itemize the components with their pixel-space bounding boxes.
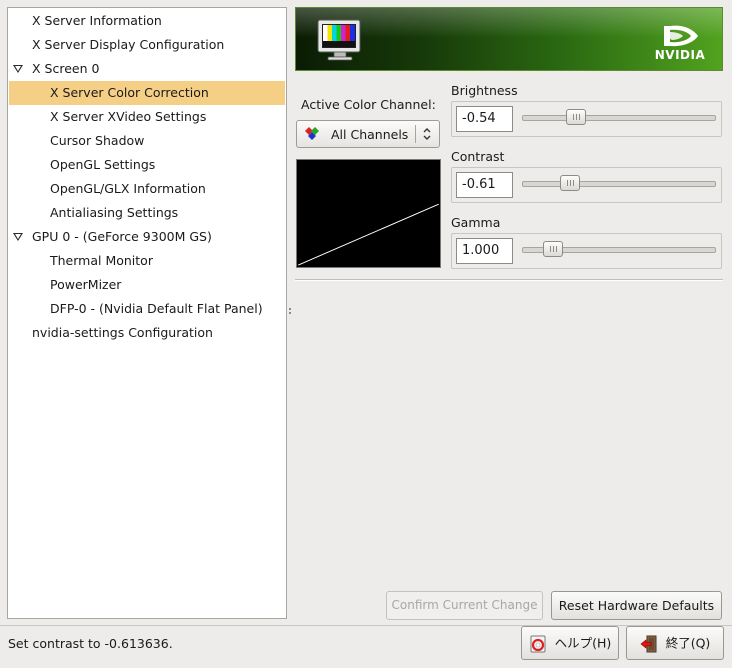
gamma-slider-handle[interactable] (542, 241, 563, 257)
gamma-label: Gamma (451, 215, 501, 230)
help-button[interactable]: ヘルプ(H) (521, 626, 619, 660)
expander-open-icon[interactable] (13, 233, 23, 241)
combo-separator (415, 125, 416, 143)
tree-item-opengl-glx-information[interactable]: OpenGL/GLX Information (9, 177, 285, 201)
tree-item-cursor-shadow[interactable]: Cursor Shadow (9, 129, 285, 153)
tree-item-label: Antialiasing Settings (50, 205, 179, 220)
tree-item-dfp-0[interactable]: DFP-0 - (Nvidia Default Flat Panel) (9, 297, 285, 321)
navigation-tree[interactable]: X Server Information X Server Display Co… (7, 7, 287, 619)
quit-button-label: 終了(Q) (665, 635, 711, 651)
tree-item-label: PowerMizer (50, 277, 122, 292)
tree-item-x-server-color-correction[interactable]: X Server Color Correction (9, 81, 285, 105)
nvidia-eye-icon (664, 25, 698, 47)
gamma-value-field[interactable]: 1.000 (456, 238, 513, 264)
tree-item-antialiasing-settings[interactable]: Antialiasing Settings (9, 201, 285, 225)
pane-resize-handle[interactable] (288, 308, 292, 318)
tree-item-opengl-settings[interactable]: OpenGL Settings (9, 153, 285, 177)
status-message: Set contrast to -0.613636. (8, 636, 173, 651)
brightness-control: -0.54 (451, 101, 722, 137)
tree-item-powermizer[interactable]: PowerMizer (9, 273, 285, 297)
brightness-slider-track[interactable] (522, 115, 716, 121)
tree-item-x-server-xvideo-settings[interactable]: X Server XVideo Settings (9, 105, 285, 129)
help-lifebuoy-icon (530, 635, 546, 652)
tree-item-x-server-display-configuration[interactable]: X Server Display Configuration (9, 33, 285, 57)
exit-door-icon (640, 635, 657, 652)
section-divider (295, 279, 723, 281)
active-color-channel-combo[interactable]: All Channels (296, 120, 440, 148)
tree-item-label: OpenGL Settings (50, 157, 156, 172)
brightness-label: Brightness (451, 83, 518, 98)
reset-hardware-defaults-button[interactable]: Reset Hardware Defaults (551, 591, 722, 620)
tree-item-x-server-information[interactable]: X Server Information (9, 9, 285, 33)
contrast-value-field[interactable]: -0.61 (456, 172, 513, 198)
tree-item-label: DFP-0 - (Nvidia Default Flat Panel) (50, 301, 263, 316)
tree-item-gpu-0[interactable]: GPU 0 - (GeForce 9300M GS) (9, 225, 285, 249)
tree-item-label: Cursor Shadow (50, 133, 145, 148)
tree-item-label: X Server Information (32, 13, 162, 28)
tree-item-label: X Server Color Correction (50, 85, 209, 100)
tree-item-x-screen-0[interactable]: X Screen 0 (9, 57, 285, 81)
tree-item-thermal-monitor[interactable]: Thermal Monitor (9, 249, 285, 273)
expander-open-icon[interactable] (13, 65, 23, 73)
gamma-control: 1.000 (451, 233, 722, 269)
tree-item-label: Thermal Monitor (50, 253, 153, 268)
quit-button[interactable]: 終了(Q) (626, 626, 724, 660)
monitor-color-bars-icon (317, 19, 361, 61)
brightness-slider-handle[interactable] (565, 109, 586, 125)
tree-item-label: X Server Display Configuration (32, 37, 225, 52)
contrast-control: -0.61 (451, 167, 722, 203)
color-curve-preview (296, 159, 441, 268)
tree-item-label: X Server XVideo Settings (50, 109, 207, 124)
active-color-channel-label: Active Color Channel: (301, 97, 436, 112)
tree-item-label: X Screen 0 (32, 61, 100, 76)
contrast-label: Contrast (451, 149, 505, 164)
tree-item-label: GPU 0 - (GeForce 9300M GS) (32, 229, 212, 244)
status-divider (0, 625, 732, 626)
chevron-up-down-icon (423, 128, 431, 140)
brightness-value-field[interactable]: -0.54 (456, 106, 513, 132)
tree-item-label: OpenGL/GLX Information (50, 181, 206, 196)
tree-item-label: nvidia-settings Configuration (32, 325, 213, 340)
tree-item-nvidia-settings-configuration[interactable]: nvidia-settings Configuration (9, 321, 285, 345)
nvidia-logo: NVIDIA (650, 22, 710, 66)
help-button-label: ヘルプ(H) (554, 635, 612, 651)
contrast-slider-track[interactable] (522, 181, 716, 187)
nvidia-banner: NVIDIA (295, 7, 723, 71)
channel-value: All Channels (331, 127, 409, 142)
nvidia-logo-text: NVIDIA (654, 48, 706, 62)
color-channels-icon (305, 127, 319, 140)
confirm-current-change-button[interactable]: Confirm Current Change (386, 591, 543, 620)
contrast-slider-handle[interactable] (560, 175, 581, 191)
